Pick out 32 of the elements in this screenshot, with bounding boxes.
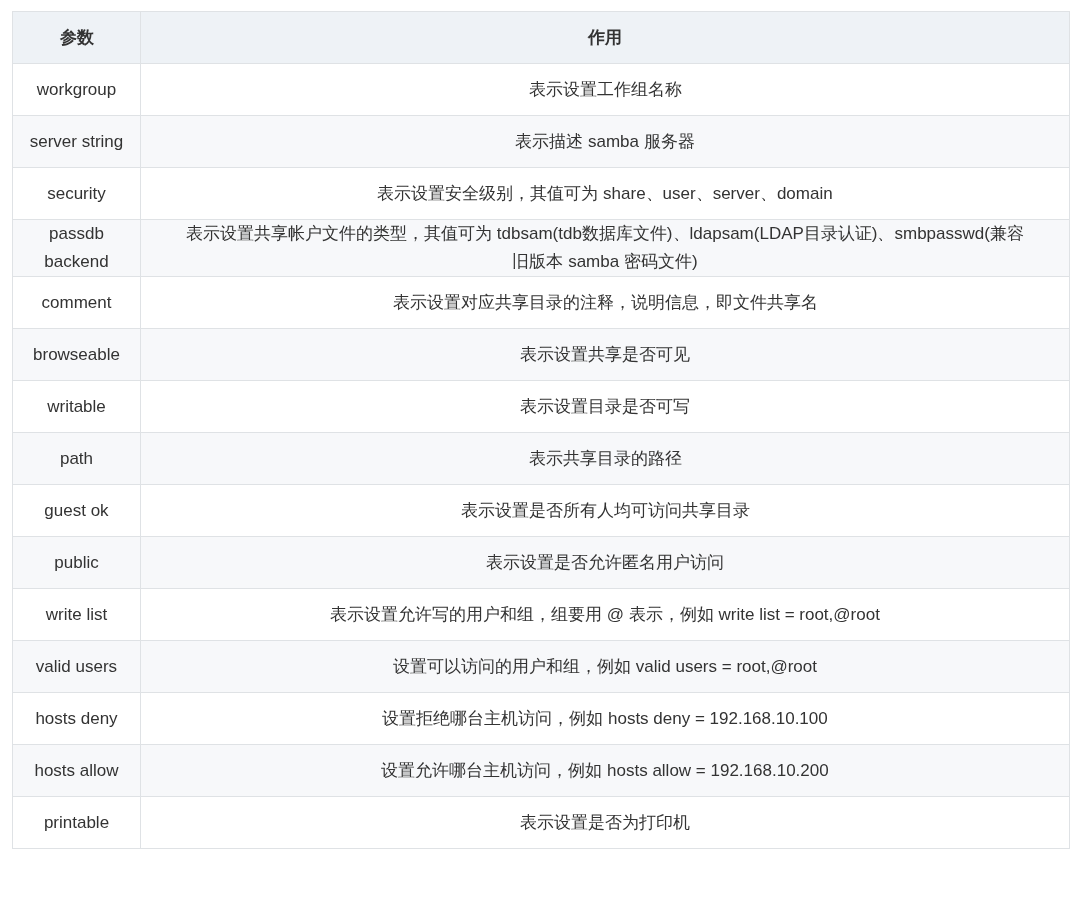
table-cell: 表示设置对应共享目录的注释，说明信息，即文件共享名 <box>140 276 1070 329</box>
table-cell: 表示设置共享是否可见 <box>140 328 1070 381</box>
table-cell: 设置拒绝哪台主机访问，例如 hosts deny = 192.168.10.100 <box>140 692 1070 745</box>
table-cell: hosts deny <box>12 692 141 745</box>
table-cell: path <box>12 432 141 485</box>
table-cell: 表示设置允许写的用户和组，组要用 @ 表示，例如 write list = root,@root <box>140 588 1070 641</box>
table-cell: passdb backend <box>12 219 141 277</box>
table-cell: 表示设置是否所有人均可访问共享目录 <box>140 484 1070 537</box>
table-cell: writable <box>12 380 141 433</box>
table-cell: 表示设置目录是否可写 <box>140 380 1070 433</box>
table-cell: 表示设置是否允许匿名用户访问 <box>140 536 1070 589</box>
table-cell: 设置可以访问的用户和组，例如 valid users = root,@root <box>140 640 1070 693</box>
table-cell: 表示共享目录的路径 <box>140 432 1070 485</box>
column-header: 参数 <box>12 11 141 64</box>
table-cell: browseable <box>12 328 141 381</box>
table-cell: 表示设置安全级别，其值可为 share、user、server、domain <box>140 167 1070 220</box>
table-cell: 表示设置共享帐户文件的类型，其值可为 tdbsam(tdb数据库文件)、ldapsam(LDAP目录认证)、smbpasswd(兼容旧版本 samba 密码文件) <box>140 219 1070 277</box>
table-cell: public <box>12 536 141 589</box>
table-cell: 表示描述 samba 服务器 <box>140 115 1070 168</box>
table-cell: server string <box>12 115 141 168</box>
column-header: 作用 <box>140 11 1070 64</box>
table-cell: security <box>12 167 141 220</box>
table-cell: hosts allow <box>12 744 141 797</box>
table-cell: comment <box>12 276 141 329</box>
table-cell: workgroup <box>12 63 141 116</box>
table-cell: valid users <box>12 640 141 693</box>
table-cell: 表示设置是否为打印机 <box>140 796 1070 849</box>
table-cell: 表示设置工作组名称 <box>140 63 1070 116</box>
table-cell: 设置允许哪台主机访问，例如 hosts allow = 192.168.10.200 <box>140 744 1070 797</box>
table-cell: guest ok <box>12 484 141 537</box>
table-cell: printable <box>12 796 141 849</box>
table-cell: write list <box>12 588 141 641</box>
